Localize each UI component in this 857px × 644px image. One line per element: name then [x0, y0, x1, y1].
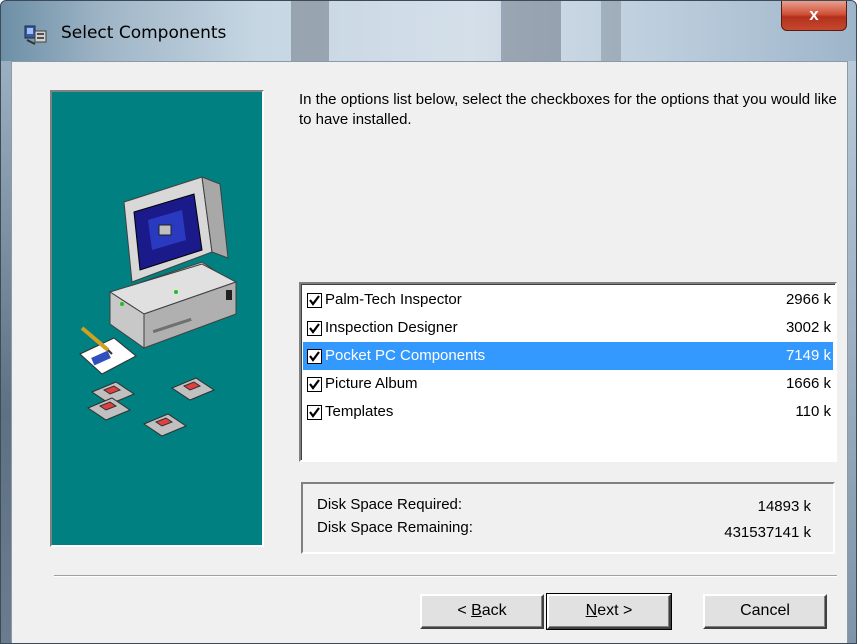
window-title: Select Components	[61, 23, 227, 43]
disk-space-required-label: Disk Space Required:	[317, 496, 463, 513]
component-name: Picture Album	[325, 375, 418, 392]
disk-space-required-value: 14893 k	[757, 498, 811, 515]
list-item-inspection-designer[interactable]: Inspection Designer 3002 k	[303, 314, 833, 342]
disk-space-remaining-label: Disk Space Remaining:	[317, 519, 473, 536]
disk-space-group: Disk Space Required: 14893 k Disk Space …	[301, 482, 835, 554]
close-button[interactable]: x	[781, 1, 847, 31]
checkbox-inspection-designer[interactable]	[307, 321, 322, 336]
component-name: Templates	[325, 403, 394, 420]
checkbox-palm-tech-inspector[interactable]	[307, 293, 322, 308]
component-size: 2966 k	[785, 291, 831, 308]
instructions-text: In the options list below, select the ch…	[299, 91, 837, 128]
back-button-label: ack	[481, 602, 507, 619]
component-size: 1666 k	[785, 375, 831, 392]
title-bar-reflection	[601, 1, 621, 61]
installer-window: Select Components x In the options list …	[0, 0, 857, 644]
next-button-accelerator: N	[585, 602, 598, 619]
window-frame-left	[1, 61, 11, 643]
installer-icon	[23, 22, 49, 46]
back-button-accelerator: B	[471, 602, 482, 619]
next-button[interactable]: Next >	[546, 593, 672, 630]
components-list[interactable]: Palm-Tech Inspector 2966 k Inspection De…	[299, 282, 837, 462]
component-name: Palm-Tech Inspector	[325, 291, 462, 308]
list-item-pocket-pc-components[interactable]: Pocket PC Components 7149 k	[303, 342, 833, 370]
next-button-label: ext >	[597, 602, 633, 619]
title-bar-reflection	[501, 1, 561, 61]
title-bar[interactable]: Select Components x	[1, 1, 856, 61]
checkbox-templates[interactable]	[307, 405, 322, 420]
component-name: Pocket PC Components	[325, 347, 486, 364]
component-size: 3002 k	[785, 319, 831, 336]
checkbox-pocket-pc-components[interactable]	[307, 349, 322, 364]
wizard-side-panel	[50, 90, 264, 547]
list-item-templates[interactable]: Templates 110 k	[303, 398, 833, 426]
back-button-prefix: <	[457, 602, 472, 619]
back-button[interactable]: < Back	[420, 594, 544, 629]
window-frame-right	[848, 61, 856, 643]
list-item-palm-tech-inspector[interactable]: Palm-Tech Inspector 2966 k	[303, 286, 833, 314]
component-size: 110 k	[795, 403, 831, 420]
checkbox-picture-album[interactable]	[307, 377, 322, 392]
component-name: Inspection Designer	[325, 319, 458, 336]
dialog-client-area: In the options list below, select the ch…	[11, 61, 848, 643]
button-divider	[54, 575, 837, 577]
computer-setup-illustration	[79, 176, 238, 437]
list-item-picture-album[interactable]: Picture Album 1666 k	[303, 370, 833, 398]
disk-space-remaining-value: 431537141 k	[724, 524, 811, 541]
title-bar-reflection	[291, 1, 329, 61]
cancel-button[interactable]: Cancel	[703, 594, 827, 629]
component-size: 7149 k	[785, 347, 831, 364]
